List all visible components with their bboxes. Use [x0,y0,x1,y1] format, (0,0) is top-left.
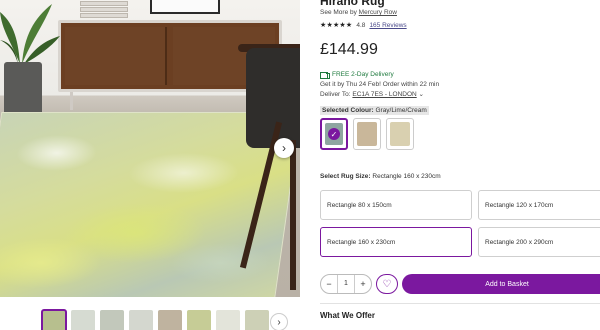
see-more-label: See More by [320,9,357,16]
thumbnail-image[interactable] [245,310,269,330]
deliver-to: Deliver To: EC1A 7ES - LONDON ⌄ [320,90,439,100]
selected-colour-value: Gray/Lime/Cream [375,107,427,114]
divider [320,303,600,304]
books-stack [80,0,128,20]
next-image-button[interactable]: › [274,138,294,158]
deliver-to-location-link[interactable]: EC1A 7ES - LONDON [352,91,416,98]
thumbnail-image[interactable] [158,310,182,330]
swatch-image [357,122,377,146]
wall-frame [150,0,220,14]
thumbnail-image[interactable] [129,310,153,330]
book [80,1,128,6]
swatch-image: ✓ [325,123,343,145]
see-more-by: See More by Mercury Row [320,9,397,16]
size-option[interactable]: Rectangle 80 x 150cm [320,190,472,220]
rating-stars-icon: ★★★★★ [320,22,353,29]
size-option-label: Rectangle 200 x 290cm [485,238,554,246]
delivery-info: FREE 2-Day Delivery Get it by Thu 24 Feb… [320,70,439,100]
chevron-right-icon: › [277,316,281,328]
rug-size-label: Select Rug Size: Rectangle 160 x 230cm [320,173,441,180]
thumbnail-image[interactable] [71,310,95,330]
size-option-label: Rectangle 160 x 230cm [327,238,396,246]
size-option[interactable]: Rectangle 200 x 290cm [478,227,600,257]
rug-size-label-text: Select Rug Size: [320,173,371,180]
add-to-basket-button[interactable]: Add to Basket [402,274,600,294]
thumbnail-next-button[interactable]: › [270,313,288,330]
chevron-right-icon: › [282,141,286,155]
product-title: Hirano Rug [320,0,385,8]
chair-leg [290,140,296,290]
favourite-button[interactable]: ♡ [376,274,398,294]
add-to-basket-label: Add to Basket [485,280,529,288]
size-option-label: Rectangle 120 x 170cm [485,201,554,209]
quantity-stepper: − 1 + [320,274,372,294]
truck-icon [320,72,330,79]
size-option-label: Rectangle 80 x 150cm [327,201,392,209]
heart-icon: ♡ [382,278,392,290]
thumbnail-image[interactable] [41,309,67,330]
delivery-eta: Get it by Thu 24 Feb! Order within 22 mi… [320,81,440,88]
selected-colour-label: Selected Colour: [322,107,374,114]
free-delivery: FREE 2-Day Delivery [320,70,439,80]
colour-swatch[interactable]: ✓ [320,118,348,150]
rug-size-value: Rectangle 160 x 230cm [372,173,441,180]
book [80,7,128,12]
selected-colour: Selected Colour: Gray/Lime/Cream [320,106,429,115]
quantity-increase-button[interactable]: + [355,275,371,293]
rating-row: ★★★★★ 4.8 165 Reviews [320,21,407,30]
what-we-offer-heading: What We Offer [320,311,375,320]
thumbnail-image[interactable] [187,310,211,330]
reviews-link[interactable]: 165 Reviews [369,22,406,29]
size-option[interactable]: Rectangle 120 x 170cm [478,190,600,220]
product-main-image: › [0,0,300,297]
chevron-down-icon: ⌄ [418,91,424,98]
colour-swatch[interactable] [386,118,414,150]
brand-link[interactable]: Mercury Row [359,9,397,16]
size-option[interactable]: Rectangle 160 x 230cm [320,227,472,257]
book [80,13,128,18]
product-price: £144.99 [320,41,378,58]
colour-swatches: ✓ [320,118,414,150]
quantity-value[interactable]: 1 [337,275,355,293]
colour-swatch[interactable] [353,118,381,150]
free-delivery-label: FREE 2-Day Delivery [332,71,394,78]
quantity-decrease-button[interactable]: − [321,275,337,293]
deliver-to-label: Deliver To: [320,91,351,98]
sideboard-door [65,27,167,85]
thumbnail-strip [41,309,269,330]
plant-icon [0,4,60,64]
check-icon: ✓ [328,128,340,140]
thumbnail-image[interactable] [100,310,124,330]
sideboard-leg [70,92,73,110]
rating-value: 4.8 [356,21,366,29]
thumbnail-image[interactable] [216,310,240,330]
swatch-image [390,122,410,146]
